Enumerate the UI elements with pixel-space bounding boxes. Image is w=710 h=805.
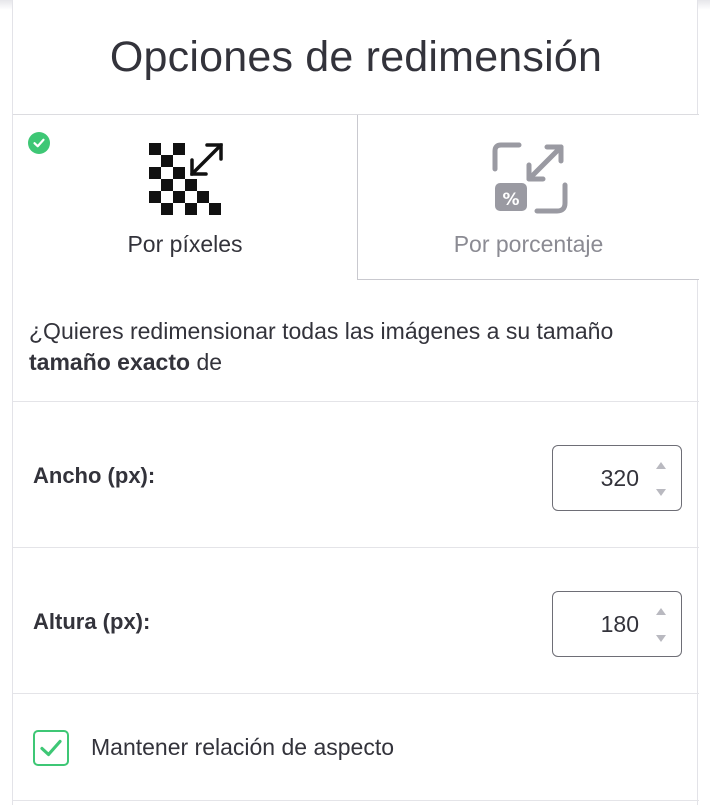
decrement-arrow-icon[interactable] [656, 635, 666, 642]
divider [13, 693, 699, 694]
divider [13, 800, 699, 801]
keep-aspect-ratio-checkbox[interactable] [33, 730, 69, 766]
increment-arrow-icon[interactable] [656, 608, 666, 615]
height-label: Altura (px): [33, 609, 151, 634]
width-label: Ancho (px): [33, 463, 156, 488]
tab-by-percentage[interactable]: % Por porcentaje [357, 115, 699, 280]
height-input[interactable]: 180 [552, 591, 682, 657]
selected-check-icon [28, 132, 50, 154]
svg-text:%: % [502, 190, 519, 210]
increment-arrow-icon[interactable] [656, 462, 666, 469]
resize-options-panel: Opciones de redimensión Por píxeles % Po… [12, 0, 699, 805]
panel-title: Opciones de redimensión [13, 0, 699, 115]
width-value: 320 [600, 464, 639, 491]
tab-by-pixels-label: Por píxeles [127, 231, 243, 257]
height-value: 180 [600, 610, 639, 637]
width-spinner[interactable] [655, 462, 667, 496]
height-spinner[interactable] [655, 608, 667, 642]
divider [13, 401, 699, 402]
percent-resize-icon: % [489, 139, 569, 224]
checkerboard-resize-icon [145, 139, 225, 224]
resize-description: ¿Quieres redimensionar todas las imágene… [29, 316, 669, 378]
description-text: ¿Quieres redimensionar todas las imágene… [29, 318, 614, 344]
description-bold: tamaño exacto [29, 349, 191, 375]
divider [13, 547, 699, 548]
width-input[interactable]: 320 [552, 445, 682, 511]
tab-by-percentage-label: Por porcentaje [453, 231, 604, 257]
description-text-end: de [190, 349, 223, 375]
keep-aspect-ratio-label[interactable]: Mantener relación de aspecto [91, 734, 394, 761]
decrement-arrow-icon[interactable] [656, 489, 666, 496]
tab-by-pixels[interactable]: Por píxeles [13, 115, 357, 280]
